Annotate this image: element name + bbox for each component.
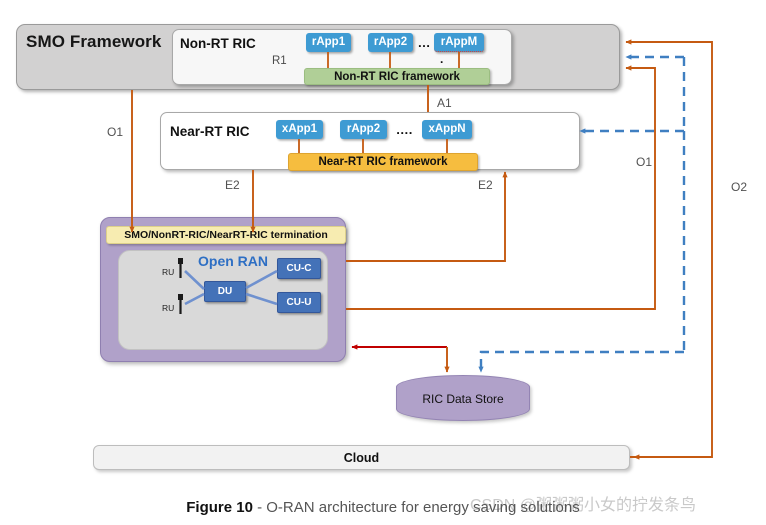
data-store-blue-dashed-connector (478, 350, 684, 373)
xapp1-box: xApp1 (276, 120, 323, 139)
smo-framework-title: SMO Framework (26, 32, 162, 51)
near-rt-apps-ellipsis: …. (395, 122, 413, 137)
rapp2-box: rApp2 (368, 33, 413, 52)
open-ran-title: Open RAN (198, 253, 268, 269)
cu-c-node: CU-C (277, 258, 321, 279)
figure-number: Figure 10 (186, 499, 253, 516)
non-rt-apps-ellipsis: … (417, 35, 431, 50)
figure-caption: Figure 10 - O-RAN architecture for energ… (0, 495, 766, 521)
o1-right-interface-label: O1 (636, 155, 653, 169)
o2-interface-label: O2 (731, 180, 748, 194)
cu-u-node: CU-U (277, 292, 321, 313)
du-node: DU (204, 281, 246, 302)
figure-caption-text: - O-RAN architecture for energy saving s… (252, 499, 580, 516)
e2-right-interface-label: E2 (478, 178, 493, 192)
e2-left-interface-label: E2 (225, 178, 240, 192)
rapp1-box: rApp1 (306, 33, 351, 52)
cloud-label: Cloud (343, 451, 380, 465)
smo-nonrt-nearrt-termination-bar: SMO/NonRT-RIC/NearRT-RIC termination (106, 226, 346, 244)
ru-2-label: RU (162, 303, 175, 313)
o1-right-connector (346, 65, 656, 310)
near-rt-ric-title: Near-RT RIC (170, 124, 250, 139)
o2-connector (625, 39, 713, 458)
near-rt-ric-framework-bar: Near-RT RIC framework (288, 153, 478, 171)
diagram-canvas: SMO Framework Non-RT RIC R1 rApp1 rApp2 … (0, 0, 766, 525)
near-rt-rapp2-box: rApp2 (340, 120, 387, 139)
o1-left-interface-label: O1 (107, 125, 124, 139)
xappn-box: xAppN (422, 120, 472, 139)
a1-interface-label: A1 (437, 96, 452, 110)
rappm-box: rAppM (434, 33, 484, 52)
non-rt-dot-marker: . (440, 52, 444, 66)
non-rt-ric-title: Non-RT RIC (180, 36, 256, 51)
r1-interface-label: R1 (272, 55, 287, 67)
ric-data-store-label: RIC Data Store (422, 392, 504, 406)
ru-1-label: RU (162, 267, 175, 277)
non-rt-ric-framework-bar: Non-RT RIC framework (304, 68, 490, 85)
